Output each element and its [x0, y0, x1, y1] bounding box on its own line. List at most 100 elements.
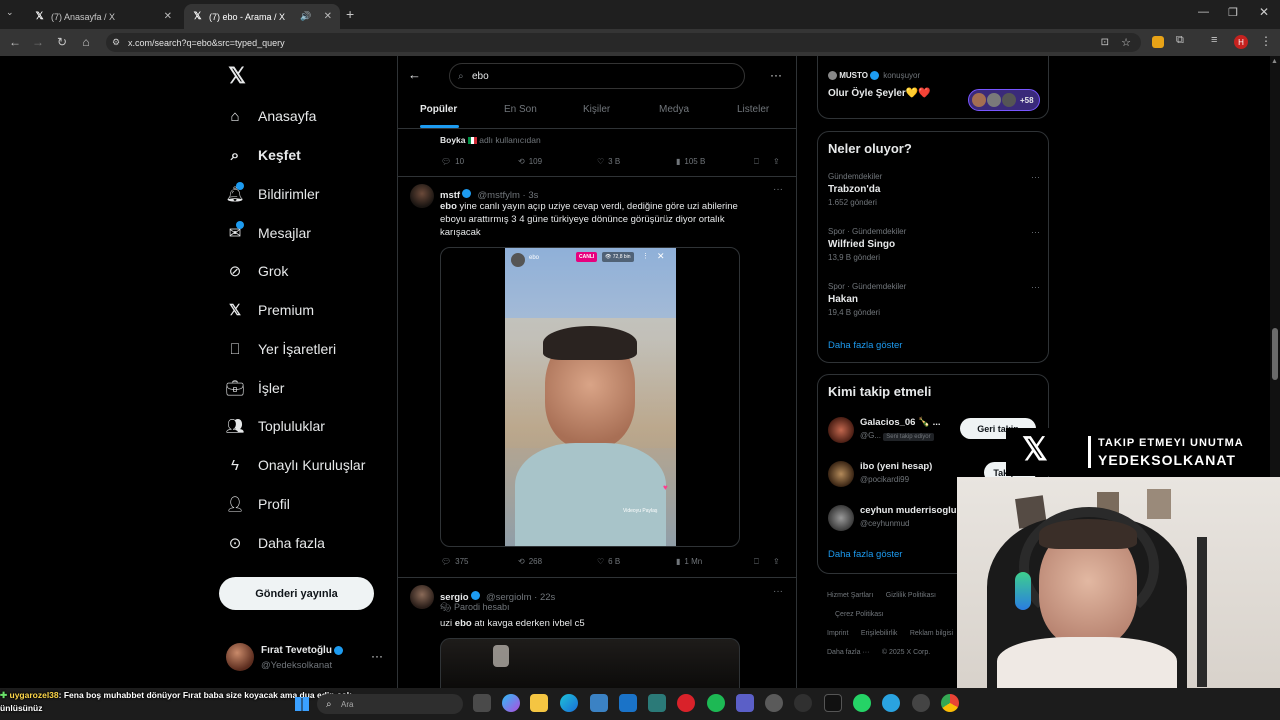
- bookmark-button[interactable]: ⎕: [754, 557, 759, 567]
- chatgpt-icon[interactable]: [912, 694, 930, 712]
- trend-more-icon[interactable]: ···: [1031, 282, 1040, 292]
- nav-jobs[interactable]: 💼︎ İşler: [225, 373, 284, 403]
- more-options-icon[interactable]: ···: [371, 649, 383, 663]
- home-icon[interactable]: ⌂: [77, 33, 95, 51]
- trend-more-icon[interactable]: ···: [1031, 227, 1040, 237]
- taskbar-search[interactable]: ⌕ Ara: [317, 694, 463, 714]
- copilot-icon[interactable]: [502, 694, 520, 712]
- retweet-button[interactable]: ⟲ 268: [518, 557, 542, 566]
- tweet-more-icon[interactable]: ···: [773, 184, 783, 195]
- address-bar[interactable]: ⚙ x.com/search?q=ebo&src=typed_query ☆ ⊡: [106, 33, 1141, 52]
- share-button[interactable]: ⇪: [773, 557, 780, 566]
- media-control-icon[interactable]: ≡: [1211, 34, 1217, 46]
- telegram-icon[interactable]: [882, 694, 900, 712]
- footer-privacy[interactable]: Gizlilik Politikası: [886, 592, 936, 599]
- like-button[interactable]: ♡ 3 B: [597, 157, 620, 166]
- avatar[interactable]: [410, 184, 434, 208]
- footer-accessibility[interactable]: Erişilebilirlik: [861, 630, 898, 637]
- settings-icon[interactable]: [765, 694, 783, 712]
- teams-chat-icon[interactable]: [648, 694, 666, 712]
- forward-icon[interactable]: →: [29, 33, 47, 51]
- capcut-icon[interactable]: [824, 694, 842, 712]
- spotify-icon[interactable]: [707, 694, 725, 712]
- outlook-icon[interactable]: [619, 694, 637, 712]
- nav-verified-orgs[interactable]: ϟ Onaylı Kuruluşlar: [226, 450, 365, 480]
- browser-menu-icon[interactable]: ⋮: [1260, 34, 1272, 48]
- nav-profile[interactable]: 👤︎ Profil: [225, 489, 289, 519]
- reload-icon[interactable]: ↻: [53, 33, 71, 51]
- close-icon[interactable]: ✕: [164, 11, 172, 22]
- opera-icon[interactable]: [677, 694, 695, 712]
- teams-icon[interactable]: [736, 694, 754, 712]
- install-icon[interactable]: ⊡: [1101, 37, 1109, 48]
- footer-cookies[interactable]: Çerez Politikası: [835, 611, 884, 618]
- site-info-icon[interactable]: ⚙: [112, 37, 120, 48]
- obs-icon[interactable]: [794, 694, 812, 712]
- live-space-card[interactable]: MUSTO konuşuyor Olur Öyle Şeyler💛❤️ +58: [817, 56, 1049, 119]
- back-icon[interactable]: ←: [6, 33, 24, 51]
- task-view-icon[interactable]: [473, 694, 491, 712]
- footer-imprint[interactable]: Imprint: [827, 630, 848, 637]
- tab-search-button[interactable]: ⌄: [6, 7, 22, 21]
- views-button[interactable]: ▮ 105 B: [676, 157, 705, 166]
- nav-premium[interactable]: 𝕏 Premium: [226, 295, 314, 325]
- tweet-media[interactable]: [440, 638, 740, 688]
- tab-people[interactable]: Kişiler: [583, 104, 610, 115]
- nav-bookmarks[interactable]: ⎕ Yer İşaretleri: [226, 334, 336, 364]
- reply-button[interactable]: 💬︎ 10: [441, 157, 464, 166]
- nav-explore[interactable]: ⌕ Keşfet: [226, 140, 301, 170]
- reply-button[interactable]: 💬︎ 375: [441, 557, 469, 566]
- space-listeners[interactable]: +58: [968, 89, 1040, 111]
- footer-more[interactable]: Daha fazla ···: [827, 649, 869, 656]
- search-settings-icon[interactable]: ···: [770, 68, 782, 82]
- views-button[interactable]: ▮ 1 Mn: [676, 557, 702, 566]
- window-close-icon[interactable]: ✕: [1259, 5, 1269, 19]
- footer-ads[interactable]: Reklam bilgisi: [910, 630, 953, 637]
- follow-show-more[interactable]: Daha fazla göster: [828, 549, 902, 560]
- retweet-button[interactable]: ⟲ 109: [518, 157, 542, 166]
- page-scrollbar-thumb[interactable]: [1272, 328, 1278, 380]
- trend-more-icon[interactable]: ···: [1031, 172, 1040, 182]
- nav-notifications[interactable]: 🔔︎ Bildirimler: [225, 179, 319, 209]
- back-arrow-icon[interactable]: ←: [408, 67, 421, 82]
- trend-item[interactable]: Spor · Gündemdekiler Wilfried Singo 13,9…: [828, 227, 1040, 267]
- avatar[interactable]: [410, 585, 434, 609]
- tab-popular[interactable]: Popüler: [420, 104, 457, 115]
- minimize-icon[interactable]: —: [1198, 6, 1209, 18]
- tweet-media[interactable]: ebo CANLI 👁︎ 72,8 bin ⋮ ✕ Videoyu Paylaş…: [440, 247, 740, 547]
- scroll-up-icon[interactable]: ▲: [1271, 58, 1278, 65]
- tab-latest[interactable]: En Son: [504, 104, 537, 115]
- close-icon[interactable]: ✕: [324, 11, 332, 22]
- trend-item[interactable]: Spor · Gündemdekiler Hakan 19,4 B gönder…: [828, 282, 1040, 322]
- store-icon[interactable]: [590, 694, 608, 712]
- like-button[interactable]: ♡ 6 B: [597, 557, 620, 566]
- browser-tab-home[interactable]: 𝕏 (7) Anasayfa / X ✕: [26, 4, 180, 29]
- edge-icon[interactable]: [560, 694, 578, 712]
- tab-media[interactable]: Medya: [659, 104, 689, 115]
- profile-avatar[interactable]: H: [1234, 35, 1248, 49]
- new-tab-button[interactable]: +: [346, 6, 354, 22]
- browser-tab-search[interactable]: 𝕏 (7) ebo - Arama / X 🔊 ✕: [184, 4, 340, 29]
- footer-terms[interactable]: Hizmet Şartları: [827, 592, 873, 599]
- tweet-more-icon[interactable]: ···: [773, 586, 783, 597]
- audio-icon[interactable]: 🔊: [300, 11, 311, 22]
- account-switcher[interactable]: Fırat Tevetoğlu @Yedeksolkanat ···: [226, 643, 386, 673]
- bookmark-button[interactable]: ⎕: [754, 157, 759, 167]
- whatsapp-icon[interactable]: [853, 694, 871, 712]
- video-frame[interactable]: ebo CANLI 👁︎ 72,8 bin ⋮ ✕ Videoyu Paylaş…: [505, 248, 676, 546]
- trend-item[interactable]: Gündemdekiler Trabzon'da 1.652 gönderi ·…: [828, 172, 1040, 212]
- chrome-icon[interactable]: [941, 694, 959, 712]
- extension-shield-icon[interactable]: [1152, 36, 1164, 48]
- nav-communities[interactable]: 👥︎ Topluluklar: [225, 411, 324, 441]
- x-logo-icon[interactable]: 𝕏: [225, 63, 249, 88]
- nav-more[interactable]: ⊙ Daha fazla: [226, 528, 325, 558]
- bookmark-star-icon[interactable]: ☆: [1121, 36, 1131, 49]
- maximize-icon[interactable]: ❐: [1228, 6, 1238, 19]
- trends-show-more[interactable]: Daha fazla göster: [828, 340, 902, 351]
- tab-lists[interactable]: Listeler: [737, 104, 769, 115]
- nav-home[interactable]: ⌂ Anasayfa: [226, 101, 316, 131]
- search-input[interactable]: ⌕ ebo: [449, 63, 745, 89]
- extensions-icon[interactable]: ⧉: [1176, 34, 1184, 47]
- tweet-partial[interactable]: Boyka adlı kullanıcıdan: [440, 135, 541, 145]
- share-button[interactable]: ⇪: [773, 157, 780, 166]
